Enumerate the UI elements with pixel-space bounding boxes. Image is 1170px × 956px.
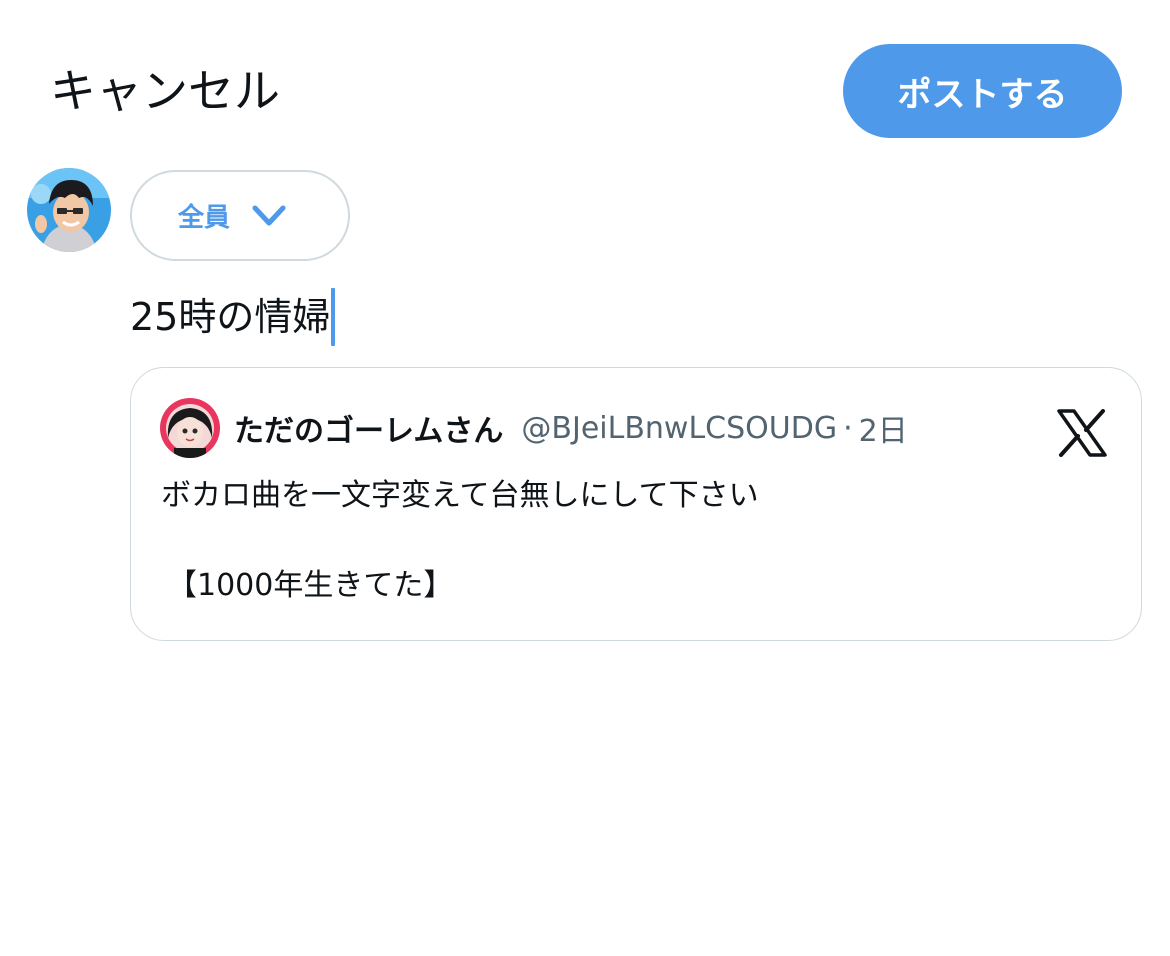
quoted-post-body: ボカロ曲を一文字変えて台無しにして下さい 【1000年生きてた】: [161, 473, 759, 609]
post-text-input[interactable]: 25時の情婦: [130, 288, 336, 346]
chevron-down-icon: [252, 205, 286, 227]
quoted-post-line-1: ボカロ曲を一文字変えて台無しにして下さい: [161, 478, 759, 513]
quoted-author-avatar[interactable]: [160, 398, 220, 458]
audience-selector[interactable]: 全員: [130, 170, 350, 261]
post-text: 25時の情婦: [130, 295, 331, 339]
quoted-author-handle[interactable]: @BJeiLBnwLCSOUDG: [521, 411, 837, 446]
quoted-post-line-2: 【1000年生きてた】: [167, 568, 454, 603]
compose-screen: キャンセル ポストする 全員 25時の情婦 ただのゴーレムさん @BJeiLBn…: [0, 0, 1170, 956]
cancel-button[interactable]: キャンセル: [50, 58, 280, 124]
header-separator: ·: [843, 410, 853, 446]
x-logo-icon: [1057, 409, 1107, 457]
text-caret: [331, 288, 336, 346]
post-button[interactable]: ポストする: [843, 44, 1122, 138]
quoted-post-time[interactable]: 2日: [859, 406, 908, 450]
user-avatar[interactable]: [27, 168, 111, 252]
quoted-post-header: ただのゴーレムさん @BJeiLBnwLCSOUDG · 2日: [234, 406, 908, 450]
quoted-author-name[interactable]: ただのゴーレムさん: [234, 406, 503, 450]
quoted-author-avatar-image: [160, 398, 220, 458]
audience-label: 全員: [178, 203, 231, 233]
user-avatar-image: [27, 168, 111, 252]
quoted-post-card[interactable]: ただのゴーレムさん @BJeiLBnwLCSOUDG · 2日 ボカロ曲を一文字…: [130, 367, 1142, 641]
